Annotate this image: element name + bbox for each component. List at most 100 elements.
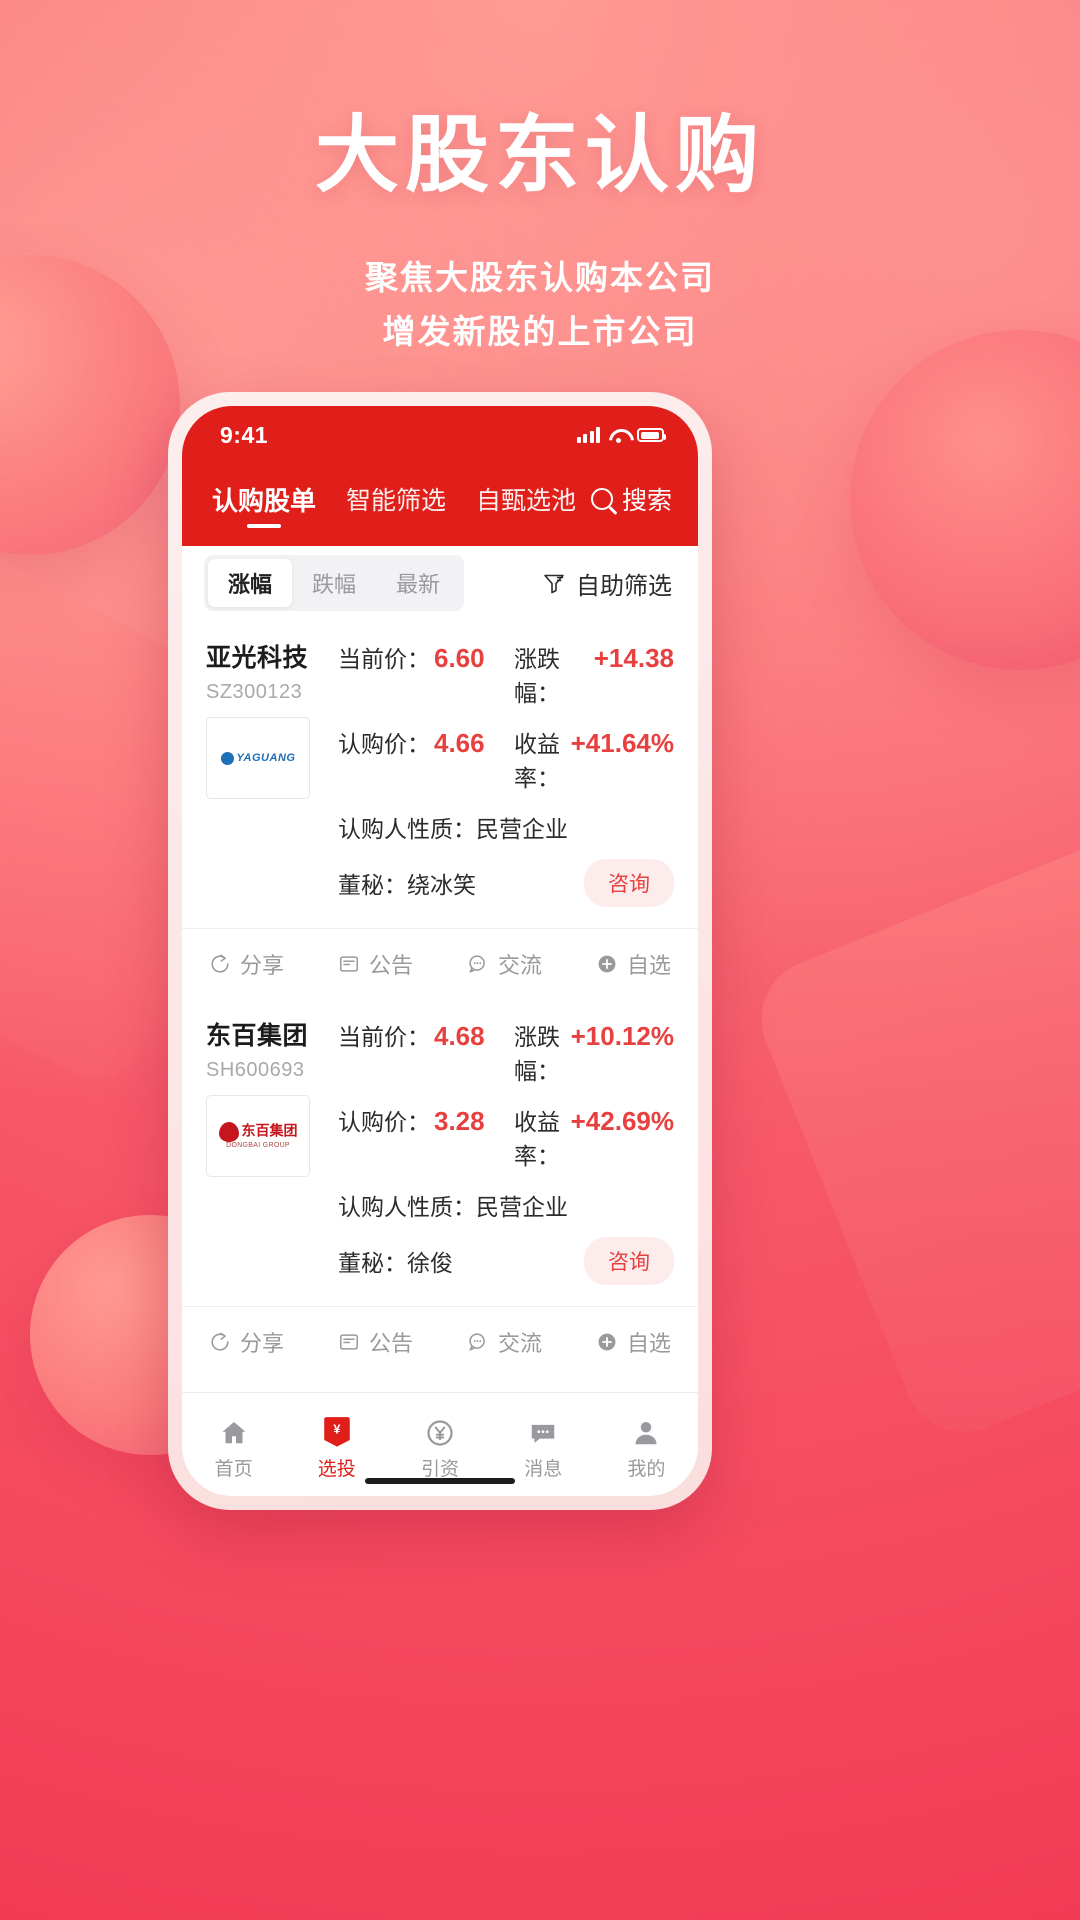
yuan-badge-icon: ¥	[322, 1414, 352, 1448]
share-action[interactable]: 分享	[182, 948, 311, 980]
metric-row-price: 当前价： 4.68 涨跌幅： +10.12%	[338, 1018, 674, 1086]
tab-invest[interactable]: ¥ 选投	[285, 1414, 388, 1481]
sort-latest[interactable]: 最新	[376, 559, 460, 607]
chat-label: 交流	[497, 1330, 542, 1356]
change-pct: 涨跌幅： +14.38	[514, 640, 674, 708]
status-bar: 9:41	[182, 406, 698, 464]
tab-home[interactable]: 首页	[182, 1414, 285, 1481]
company-logo: YAGUANG	[206, 717, 310, 799]
share-icon	[211, 954, 229, 973]
secretary-label: 董秘：	[338, 872, 407, 898]
status-bar-indicators	[576, 427, 666, 443]
chat-action[interactable]: 交流	[440, 948, 569, 980]
change-pct-label: 涨跌幅：	[514, 1024, 560, 1084]
tab-messages-label: 消息	[524, 1459, 563, 1480]
current-price-label: 当前价：	[338, 646, 430, 672]
status-bar-time: 9:41	[220, 421, 269, 448]
investor-type-label: 认购人性质：	[338, 1194, 476, 1220]
top-navigation-bar: 认购股单 智能筛选 自甄选池 搜索	[182, 464, 698, 546]
announcement-icon	[339, 1333, 359, 1350]
card-action-bar: 分享 公告 交流 自选	[182, 928, 698, 998]
subscribe-price-label: 认购价：	[338, 1109, 430, 1135]
sort-segmented-control: 涨幅 跌幅 最新	[204, 555, 465, 611]
phone-mockup: 9:41 认购股单 智能筛选 自甄选池 搜索 涨幅 跌幅 最新 自助筛选 亚光科…	[168, 392, 712, 1510]
search-icon	[590, 488, 613, 510]
nav-tabs: 认购股单 智能筛选 自甄选池	[212, 481, 591, 530]
search-button[interactable]: 搜索	[590, 481, 672, 529]
yield-rate-label: 收益率：	[514, 731, 560, 791]
chat-icon	[469, 954, 485, 973]
yield-rate: 收益率： +41.64%	[514, 725, 674, 793]
secretary-value: 徐俊	[407, 1250, 453, 1276]
consult-button[interactable]: 咨询	[584, 859, 674, 907]
metric-row-secretary: 董秘： 绕冰笑 咨询	[338, 859, 674, 907]
funds-icon	[425, 1414, 455, 1448]
metric-row-investor-type: 认购人性质： 民营企业	[338, 1188, 674, 1222]
message-icon	[528, 1414, 558, 1448]
stock-card[interactable]: 新亚制程 SZ002388 Sunyes新亚制程 电子科技生物新材料	[182, 1376, 698, 1392]
chat-label: 交流	[497, 952, 542, 978]
card-action-bar: 分享 公告 交流 自选	[182, 1306, 698, 1376]
company-logo: 东百集团 DONGBAI GROUP	[206, 1095, 310, 1177]
stock-card-body: 东百集团 SH600693 东百集团 DONGBAI GROUP 当前价： 4.…	[182, 998, 698, 1306]
share-action[interactable]: 分享	[182, 1326, 311, 1358]
hero-subtitle: 聚焦大股东认购本公司 增发新股的上市公司	[0, 251, 1080, 359]
funnel-icon	[542, 571, 566, 595]
metric-row-secretary: 董秘： 徐俊 咨询	[338, 1237, 674, 1285]
stock-card[interactable]: 亚光科技 SZ300123 YAGUANG 当前价： 6.60 涨跌幅： +14…	[182, 620, 698, 998]
current-price-label: 当前价：	[338, 1024, 430, 1050]
current-price-value: 6.60	[434, 643, 485, 673]
stock-card[interactable]: 东百集团 SH600693 东百集团 DONGBAI GROUP 当前价： 4.…	[182, 998, 698, 1376]
announcement-action[interactable]: 公告	[311, 948, 440, 980]
tab-subscription-list[interactable]: 认购股单	[212, 481, 316, 530]
stock-code: SZ300123	[206, 681, 303, 703]
chat-icon	[469, 1332, 485, 1351]
secretary-value: 绕冰笑	[407, 872, 476, 898]
sort-gain[interactable]: 涨幅	[208, 559, 293, 607]
watchlist-action[interactable]: 自选	[569, 948, 698, 980]
hero-section: 大股东认购 聚焦大股东认购本公司 增发新股的上市公司	[0, 88, 1080, 359]
stock-name: 东百集团	[206, 1022, 309, 1050]
tab-self-selected-pool[interactable]: 自甄选池	[476, 481, 576, 529]
current-price-value: 4.68	[434, 1021, 485, 1051]
add-circle-icon	[598, 1333, 616, 1350]
tab-messages[interactable]: 消息	[492, 1414, 595, 1481]
tab-profile[interactable]: 我的	[595, 1414, 698, 1481]
secretary-label: 董秘：	[338, 1250, 407, 1276]
company-logo-text: 东百集团	[241, 1122, 298, 1139]
tab-smart-filter[interactable]: 智能筛选	[346, 481, 446, 529]
stock-card-body: 新亚制程 SZ002388 Sunyes新亚制程 电子科技生物新材料	[182, 1376, 698, 1392]
hero-subtitle-line-2: 增发新股的上市公司	[382, 313, 698, 350]
watchlist-action[interactable]: 自选	[569, 1326, 698, 1358]
announcement-label: 公告	[368, 1330, 413, 1356]
yield-rate-value: +41.64%	[570, 728, 674, 758]
share-icon	[211, 1332, 229, 1351]
change-pct-value: +10.12%	[570, 1021, 674, 1051]
self-filter-label: 自助筛选	[576, 572, 672, 600]
tab-funds[interactable]: 引资	[388, 1414, 491, 1481]
metric-row-price: 当前价： 6.60 涨跌幅： +14.38	[338, 640, 674, 708]
change-pct: 涨跌幅： +10.12%	[514, 1018, 674, 1086]
announcement-action[interactable]: 公告	[311, 1326, 440, 1358]
stock-code: SH600693	[206, 1059, 305, 1081]
investor-type-value: 民营企业	[476, 816, 568, 842]
filter-bar: 涨幅 跌幅 最新 自助筛选	[182, 546, 698, 620]
stock-metrics: 当前价： 6.60 涨跌幅： +14.38 认购价： 4.66 收益率： +41…	[338, 638, 674, 922]
subscribe-price: 认购价： 3.28	[338, 1103, 514, 1137]
yield-rate-value: +42.69%	[570, 1106, 674, 1136]
share-label: 分享	[239, 952, 284, 978]
announcement-icon	[339, 955, 359, 972]
stock-identity: 东百集团 SH600693 东百集团 DONGBAI GROUP	[206, 1016, 324, 1300]
self-filter-button[interactable]: 自助筛选	[542, 566, 672, 601]
chat-action[interactable]: 交流	[440, 1326, 569, 1358]
home-icon	[219, 1414, 249, 1448]
stock-card-body: 亚光科技 SZ300123 YAGUANG 当前价： 6.60 涨跌幅： +14…	[182, 620, 698, 928]
page-title: 大股东认购	[314, 108, 765, 202]
investor-type-label: 认购人性质：	[338, 816, 476, 842]
announcement-label: 公告	[368, 952, 413, 978]
subscribe-price-value: 3.28	[434, 1106, 485, 1136]
sort-loss[interactable]: 跌幅	[292, 559, 376, 607]
change-pct-value: +14.38	[593, 643, 674, 673]
consult-button[interactable]: 咨询	[584, 1237, 674, 1285]
tab-invest-label: 选投	[317, 1459, 356, 1480]
